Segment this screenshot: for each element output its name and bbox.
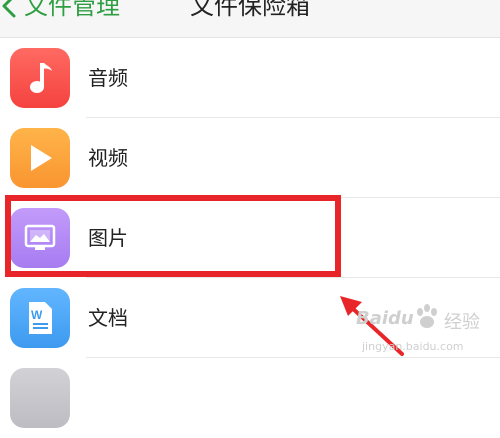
watermark: Baidu 经验 jingyan.baidu.com: [356, 300, 496, 370]
list-item-label: 视频: [88, 146, 128, 170]
list-item-pictures[interactable]: 图片: [0, 198, 500, 278]
page-title: 文件保险箱: [190, 0, 310, 20]
list-item-audio[interactable]: 音频: [0, 38, 500, 118]
list-item-label: 音频: [88, 66, 128, 90]
paw-icon: [417, 304, 437, 328]
music-note-icon: [10, 48, 70, 108]
category-list: 音频 视频 图片 W 文档: [0, 38, 500, 438]
svg-text:W: W: [31, 308, 43, 322]
watermark-brand: Baidu: [356, 308, 414, 329]
archive-icon: [10, 368, 70, 428]
list-item-video[interactable]: 视频: [0, 118, 500, 198]
watermark-url: jingyan.baidu.com: [362, 340, 464, 353]
list-item-label: 图片: [88, 226, 128, 250]
picture-icon: [10, 208, 70, 268]
watermark-jingyan: 经验: [444, 312, 480, 333]
list-item-label: 文档: [88, 306, 128, 330]
list-item-archive[interactable]: [0, 358, 500, 438]
word-document-icon: W: [10, 288, 70, 348]
play-icon: [10, 128, 70, 188]
nav-header: 文件管理 文件保险箱: [0, 0, 500, 38]
